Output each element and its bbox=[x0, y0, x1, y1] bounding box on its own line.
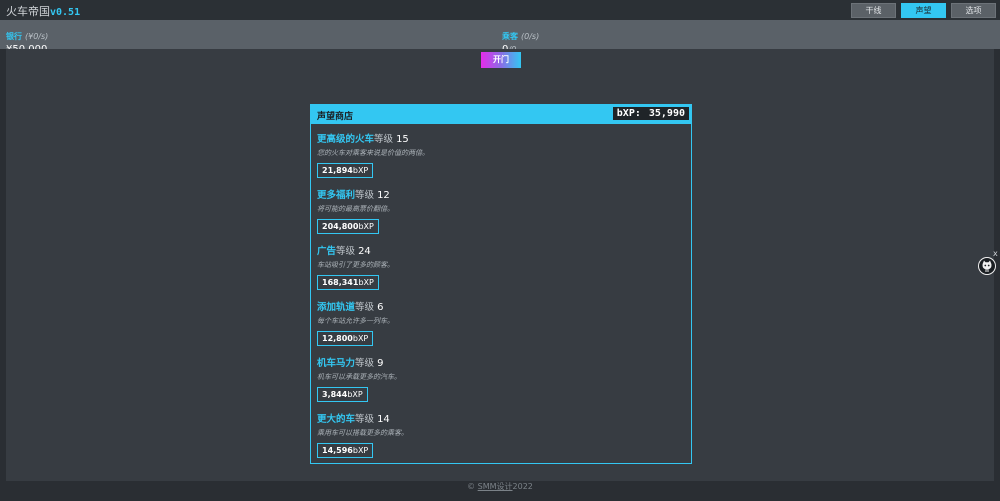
github-cat-icon[interactable] bbox=[978, 257, 996, 275]
item-level: 14 bbox=[377, 414, 390, 425]
shop-item: 添加轨道等级 6 每个车站允许多一列车。 12,800bXP bbox=[317, 299, 677, 346]
tab-options[interactable]: 选项 bbox=[951, 3, 996, 18]
bank-rate: (¥0/s) bbox=[25, 32, 49, 41]
item-level-word: 等级 bbox=[355, 190, 375, 201]
app-title: 火车帝国v0.51 bbox=[6, 3, 80, 19]
tab-mainline[interactable]: 干线 bbox=[851, 3, 896, 18]
shop-item: 更高级的火车等级 15 您的火车对乘客来说是价值的两倍。 21,894bXP bbox=[317, 131, 677, 178]
shop-item: 广告等级 24 车站吸引了更多的顾客。 168,341bXP bbox=[317, 243, 677, 290]
item-description: 将可能的最高票价翻倍。 bbox=[317, 205, 394, 213]
shop-item: 更大的车等级 14 乘用车可以搭载更多的乘客。 14,596bXP bbox=[317, 411, 677, 458]
passengers-rate: (0/s) bbox=[521, 32, 540, 41]
buy-button[interactable]: 3,844bXP bbox=[317, 387, 368, 402]
open-doors-button[interactable]: 开门 bbox=[481, 52, 521, 68]
app-name: 火车帝国 bbox=[6, 5, 50, 18]
passengers-label: 乘客 bbox=[502, 32, 518, 41]
bank-label: 银行 bbox=[6, 32, 22, 41]
shop-header: 声望商店 bXP: 35,990 bbox=[311, 105, 691, 124]
item-level-word: 等级 bbox=[355, 302, 375, 313]
buy-button[interactable]: 168,341bXP bbox=[317, 275, 379, 290]
item-name: 添加轨道 bbox=[317, 302, 356, 313]
item-level: 24 bbox=[358, 246, 371, 257]
item-name: 更大的车 bbox=[317, 414, 356, 425]
buy-button[interactable]: 204,800bXP bbox=[317, 219, 379, 234]
top-bar: 火车帝国v0.51 干线 声望 选项 bbox=[0, 0, 1000, 20]
tab-prestige[interactable]: 声望 bbox=[901, 3, 946, 18]
bxp-balance: bXP: 35,990 bbox=[612, 107, 689, 120]
item-description: 您的火车对乘客来说是价值的两倍。 bbox=[317, 149, 429, 157]
item-level: 9 bbox=[377, 358, 384, 369]
item-level: 6 bbox=[377, 302, 384, 313]
item-description: 车站吸引了更多的顾客。 bbox=[317, 261, 394, 269]
item-description: 机车可以承载更多的汽车。 bbox=[317, 373, 401, 381]
shop-item: 更多福利等级 12 将可能的最高票价翻倍。 204,800bXP bbox=[317, 187, 677, 234]
app-version: v0.51 bbox=[50, 7, 81, 18]
bxp-label: bXP: bbox=[616, 108, 641, 119]
shop-item: 机车马力等级 9 机车可以承载更多的汽车。 3,844bXP bbox=[317, 355, 677, 402]
buy-button[interactable]: 21,894bXP bbox=[317, 163, 374, 178]
item-level: 15 bbox=[396, 134, 409, 145]
buy-button[interactable]: 12,800bXP bbox=[317, 331, 374, 346]
footer-year: 2022 bbox=[512, 482, 533, 491]
item-level-word: 等级 bbox=[355, 414, 375, 425]
main-panel: 开门 声望商店 bXP: 35,990 更高级的火车等级 15 您的火车对乘客来说… bbox=[6, 49, 994, 481]
item-level-word: 等级 bbox=[355, 358, 375, 369]
prestige-shop: 声望商店 bXP: 35,990 更高级的火车等级 15 您的火车对乘客来说是价值… bbox=[310, 104, 692, 464]
item-description: 乘用车可以搭载更多的乘客。 bbox=[317, 429, 408, 437]
footer: © SMM设计2022 bbox=[467, 482, 533, 491]
footer-link[interactable]: SMM设计 bbox=[478, 482, 513, 491]
item-level: 12 bbox=[377, 190, 390, 201]
item-name: 广告 bbox=[317, 246, 337, 257]
item-level-word: 等级 bbox=[336, 246, 356, 257]
item-name: 更多福利 bbox=[317, 190, 356, 201]
buy-button[interactable]: 14,596bXP bbox=[317, 443, 374, 458]
item-name: 更高级的火车 bbox=[317, 134, 375, 145]
bxp-value: 35,990 bbox=[648, 108, 685, 119]
stats-bar: 银行(¥0/s) ¥50,000 乘客(0/s) 0/0 bbox=[0, 20, 1000, 55]
shop-title: 声望商店 bbox=[317, 112, 354, 122]
item-level-word: 等级 bbox=[374, 134, 394, 145]
item-name: 机车马力 bbox=[317, 358, 356, 369]
tab-bar: 干线 声望 选项 bbox=[851, 3, 996, 18]
item-description: 每个车站允许多一列车。 bbox=[317, 317, 394, 325]
